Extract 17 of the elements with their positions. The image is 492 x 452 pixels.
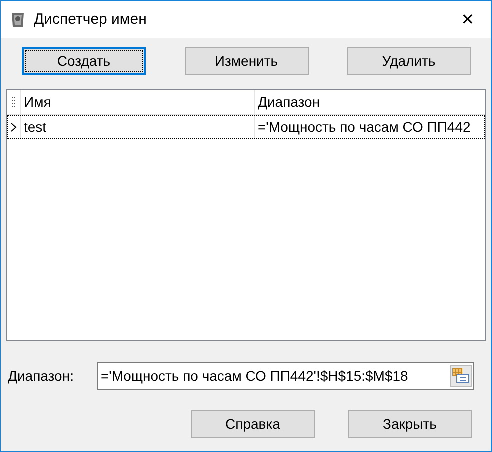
range-field[interactable]: ='Мощность по часам СО ПП442'!$H$15:$M$18 — [97, 362, 474, 390]
toolbar-button[interactable]: Создать — [22, 47, 146, 75]
table-cell: test — [21, 115, 255, 139]
table-cell-text: ='Мощность по часам СО ПП442 — [257, 118, 472, 137]
range-label: Диапазон: — [7, 368, 75, 384]
dialog-button[interactable]: Закрыть — [348, 410, 472, 438]
dialog-button[interactable]: Справка — [191, 410, 315, 438]
range-picker-button[interactable] — [450, 365, 472, 387]
column-header[interactable]: Диапазон — [255, 90, 485, 114]
column-header[interactable]: Имя — [21, 90, 255, 114]
close-button[interactable]: ✕ — [445, 1, 491, 38]
row-pointer-icon — [10, 122, 16, 132]
window-title: Диспетчер имен — [34, 11, 148, 28]
toolbar-button[interactable]: Изменить — [184, 47, 308, 75]
app-icon — [10, 10, 26, 28]
toolbar-button[interactable]: Удалить — [347, 47, 471, 75]
table-row[interactable]: test ='Мощность по часам СО ПП442 — [7, 115, 485, 139]
